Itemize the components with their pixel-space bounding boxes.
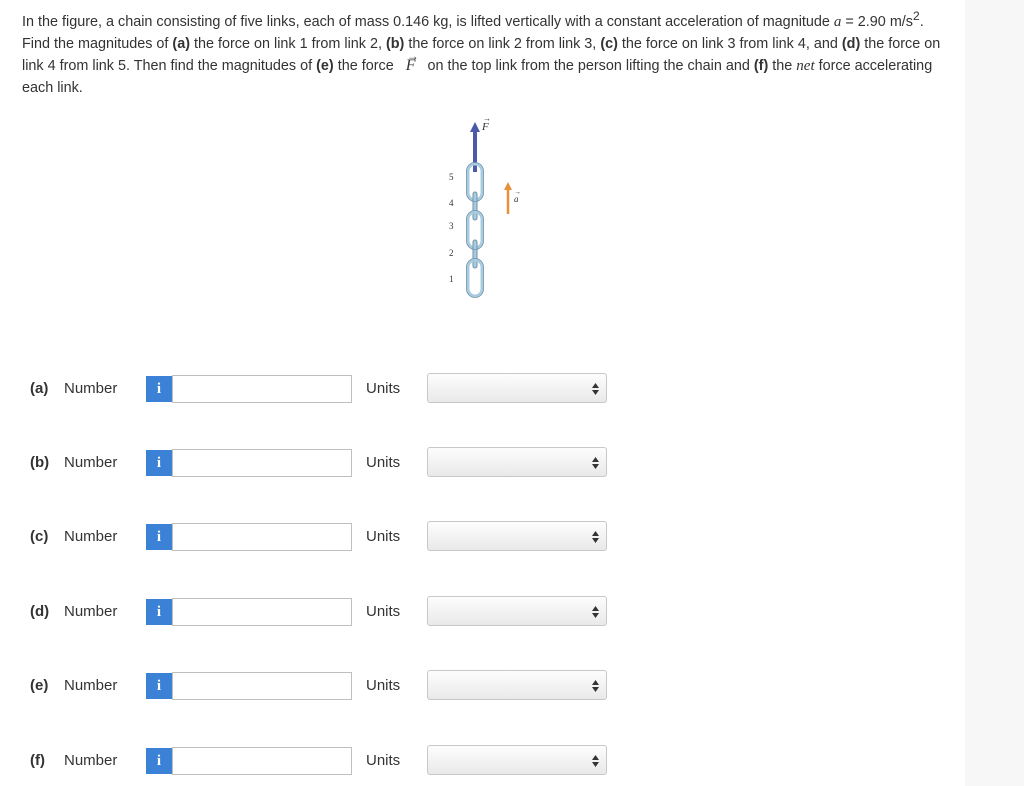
- part-ref: (f): [753, 57, 769, 74]
- updown-arrows-icon: [592, 680, 599, 692]
- units-label: Units: [366, 454, 401, 471]
- part-ref: (d): [841, 35, 861, 52]
- info-button[interactable]: i: [146, 599, 172, 625]
- units-label: Units: [366, 380, 401, 397]
- part-ref: (a): [172, 35, 190, 52]
- problem-seg: the force on link 1 from link 2,: [190, 35, 386, 52]
- problem-seg: the force on link 3 from link 4, and: [617, 35, 842, 52]
- answer-row: (c) Number i Units: [0, 519, 640, 555]
- problem-statement: In the figure, a chain consisting of fiv…: [22, 5, 942, 99]
- answer-row: (f) Number i Units: [0, 743, 640, 779]
- problem-seg: the: [768, 57, 797, 74]
- info-button[interactable]: i: [146, 524, 172, 550]
- answer-row: (a) Number i Units: [0, 371, 640, 407]
- info-button[interactable]: i: [146, 450, 172, 476]
- units-dropdown[interactable]: [427, 521, 607, 551]
- net-emphasis: net: [796, 57, 815, 74]
- part-label: (a): [30, 380, 49, 397]
- vector-arrow-icon: →: [406, 48, 419, 63]
- superscript: 2: [913, 9, 920, 23]
- info-button[interactable]: i: [146, 376, 172, 402]
- info-button[interactable]: i: [146, 673, 172, 699]
- force-label-arrow-icon: →: [483, 114, 491, 123]
- number-label: Number: [64, 603, 118, 620]
- number-label: Number: [64, 454, 118, 471]
- answer-row: (d) Number i Units: [0, 594, 640, 630]
- number-input[interactable]: [172, 747, 352, 775]
- units-dropdown[interactable]: [427, 670, 607, 700]
- accel-label-arrow-icon: →: [514, 189, 521, 196]
- force-vector: → F: [398, 49, 424, 74]
- number-input[interactable]: [172, 375, 352, 403]
- chain-figure: F → a → 5 4 3 2 1: [449, 114, 521, 298]
- link-number: 2: [449, 248, 454, 258]
- number-label: Number: [64, 677, 118, 694]
- accel-arrow-icon: [504, 182, 512, 190]
- info-button[interactable]: i: [146, 748, 172, 774]
- link-number: 3: [449, 221, 454, 231]
- chain-link-2: [472, 239, 478, 269]
- units-dropdown[interactable]: [427, 745, 607, 775]
- force-arrow-icon: [470, 122, 480, 132]
- link-number: 4: [449, 198, 454, 208]
- updown-arrows-icon: [592, 383, 599, 395]
- units-dropdown[interactable]: [427, 373, 607, 403]
- number-label: Number: [64, 752, 118, 769]
- problem-seg: the force: [333, 57, 398, 74]
- problem-text: In the figure, a chain consisting of fiv…: [22, 5, 942, 99]
- updown-arrows-icon: [592, 531, 599, 543]
- units-label: Units: [366, 752, 401, 769]
- page-side-strip: [965, 0, 1024, 786]
- number-input[interactable]: [172, 672, 352, 700]
- units-dropdown[interactable]: [427, 447, 607, 477]
- number-input[interactable]: [172, 523, 352, 551]
- part-label: (b): [30, 454, 50, 471]
- problem-seg: In the figure, a chain consisting of fiv…: [22, 13, 834, 30]
- problem-seg: = 2.90 m/s: [841, 13, 913, 30]
- units-label: Units: [366, 603, 401, 620]
- part-label: (e): [30, 677, 49, 694]
- part-label: (f): [30, 752, 45, 769]
- part-ref: (b): [385, 35, 405, 52]
- link-number: 5: [449, 172, 454, 182]
- updown-arrows-icon: [592, 457, 599, 469]
- answer-row: (b) Number i Units: [0, 445, 640, 481]
- units-label: Units: [366, 677, 401, 694]
- number-label: Number: [64, 380, 118, 397]
- part-ref: (e): [316, 57, 334, 74]
- problem-seg: the force on link 2 from link 3,: [404, 35, 601, 52]
- number-input[interactable]: [172, 598, 352, 626]
- chain-link-4: [472, 191, 478, 221]
- updown-arrows-icon: [592, 755, 599, 767]
- units-dropdown[interactable]: [427, 596, 607, 626]
- part-label: (c): [30, 528, 49, 545]
- part-label: (d): [30, 603, 50, 620]
- answer-row: (e) Number i Units: [0, 668, 640, 704]
- updown-arrows-icon: [592, 606, 599, 618]
- link-number: 1: [449, 274, 454, 284]
- problem-seg: on the top link from the person lifting …: [423, 57, 754, 74]
- units-label: Units: [366, 528, 401, 545]
- number-input[interactable]: [172, 449, 352, 477]
- part-ref: (c): [600, 35, 618, 52]
- number-label: Number: [64, 528, 118, 545]
